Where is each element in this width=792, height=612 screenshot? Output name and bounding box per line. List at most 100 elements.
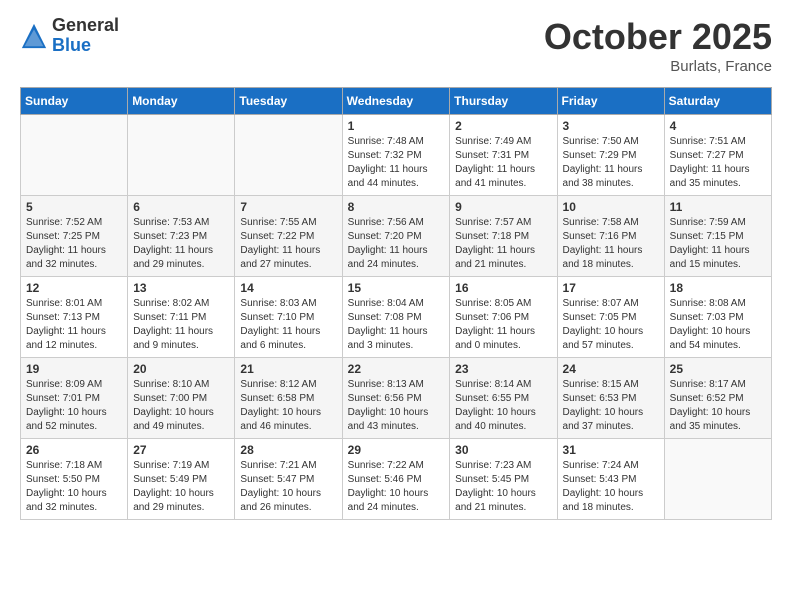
day-info: Sunrise: 7:51 AM Sunset: 7:27 PM Dayligh… <box>670 135 766 191</box>
day-info: Sunrise: 7:58 AM Sunset: 7:16 PM Dayligh… <box>563 216 659 272</box>
calendar-day-cell: 7 Sunrise: 7:55 AM Sunset: 7:22 PM Daylig… <box>235 196 342 277</box>
calendar-day-cell: 13Sunrise: 8:02 AM Sunset: 7:11 PM Dayli… <box>128 277 235 358</box>
day-info: Sunrise: 7:55 AM Sunset: 7:22 PM Dayligh… <box>240 216 336 272</box>
day-info: Sunrise: 8:12 AM Sunset: 6:58 PM Dayligh… <box>240 378 336 434</box>
calendar-day-cell <box>21 115 128 196</box>
day-number: 30 <box>455 443 551 457</box>
calendar-header-row: SundayMondayTuesdayWednesdayThursdayFrid… <box>21 88 772 115</box>
day-number: 12 <box>26 281 122 295</box>
day-number: 29 <box>348 443 445 457</box>
day-info: Sunrise: 8:07 AM Sunset: 7:05 PM Dayligh… <box>563 297 659 353</box>
calendar-week-row: 12 Sunrise: 8:01 AM Sunset: 7:13 PM Dayli… <box>21 277 772 358</box>
calendar-day-cell: 10 Sunrise: 7:58 AM Sunset: 7:16 PM Dayli… <box>557 196 664 277</box>
day-number: 13 <box>133 281 229 295</box>
day-info: Sunrise: 8:15 AM Sunset: 6:53 PM Dayligh… <box>563 378 659 434</box>
calendar-day-cell: 14Sunrise: 8:03 AM Sunset: 7:10 PM Dayli… <box>235 277 342 358</box>
calendar-day-cell: 8Sunrise: 7:56 AM Sunset: 7:20 PM Daylig… <box>342 196 450 277</box>
weekday-header: Tuesday <box>235 88 342 115</box>
page-header: General Blue October 2025 Burlats, Franc… <box>20 16 772 75</box>
day-number: 11 <box>670 200 766 214</box>
calendar-week-row: 26 Sunrise: 7:18 AM Sunset: 5:50 PM Dayli… <box>21 439 772 520</box>
weekday-header: Monday <box>128 88 235 115</box>
day-info: Sunrise: 7:23 AM Sunset: 5:45 PM Dayligh… <box>455 459 551 515</box>
weekday-header: Friday <box>557 88 664 115</box>
day-info: Sunrise: 8:04 AM Sunset: 7:08 PM Dayligh… <box>348 297 445 353</box>
calendar-day-cell: 19 Sunrise: 8:09 AM Sunset: 7:01 PM Dayli… <box>21 358 128 439</box>
calendar-week-row: 5 Sunrise: 7:52 AM Sunset: 7:25 PM Daylig… <box>21 196 772 277</box>
day-number: 4 <box>670 119 766 133</box>
calendar-day-cell: 18Sunrise: 8:08 AM Sunset: 7:03 PM Dayli… <box>664 277 771 358</box>
weekday-header: Thursday <box>450 88 557 115</box>
month-title: October 2025 <box>544 16 772 58</box>
calendar-day-cell: 26 Sunrise: 7:18 AM Sunset: 5:50 PM Dayli… <box>21 439 128 520</box>
day-number: 15 <box>348 281 445 295</box>
day-number: 25 <box>670 362 766 376</box>
weekday-header: Saturday <box>664 88 771 115</box>
day-number: 23 <box>455 362 551 376</box>
day-info: Sunrise: 8:09 AM Sunset: 7:01 PM Dayligh… <box>26 378 122 434</box>
day-info: Sunrise: 7:19 AM Sunset: 5:49 PM Dayligh… <box>133 459 229 515</box>
calendar-day-cell: 25 Sunrise: 8:17 AM Sunset: 6:52 PM Dayli… <box>664 358 771 439</box>
day-number: 9 <box>455 200 551 214</box>
day-info: Sunrise: 7:59 AM Sunset: 7:15 PM Dayligh… <box>670 216 766 272</box>
calendar-day-cell: 2Sunrise: 7:49 AM Sunset: 7:31 PM Daylig… <box>450 115 557 196</box>
day-number: 27 <box>133 443 229 457</box>
day-info: Sunrise: 7:52 AM Sunset: 7:25 PM Dayligh… <box>26 216 122 272</box>
day-info: Sunrise: 7:56 AM Sunset: 7:20 PM Dayligh… <box>348 216 445 272</box>
day-info: Sunrise: 7:21 AM Sunset: 5:47 PM Dayligh… <box>240 459 336 515</box>
calendar-day-cell: 15 Sunrise: 8:04 AM Sunset: 7:08 PM Dayli… <box>342 277 450 358</box>
calendar-day-cell <box>235 115 342 196</box>
calendar-table: SundayMondayTuesdayWednesdayThursdayFrid… <box>20 87 772 520</box>
day-number: 19 <box>26 362 122 376</box>
day-info: Sunrise: 8:17 AM Sunset: 6:52 PM Dayligh… <box>670 378 766 434</box>
day-info: Sunrise: 8:10 AM Sunset: 7:00 PM Dayligh… <box>133 378 229 434</box>
weekday-header: Sunday <box>21 88 128 115</box>
day-number: 24 <box>563 362 659 376</box>
day-info: Sunrise: 7:49 AM Sunset: 7:31 PM Dayligh… <box>455 135 551 191</box>
calendar-day-cell: 12 Sunrise: 8:01 AM Sunset: 7:13 PM Dayli… <box>21 277 128 358</box>
calendar-day-cell: 4 Sunrise: 7:51 AM Sunset: 7:27 PM Daylig… <box>664 115 771 196</box>
day-info: Sunrise: 7:57 AM Sunset: 7:18 PM Dayligh… <box>455 216 551 272</box>
logo-icon <box>20 22 48 50</box>
day-number: 16 <box>455 281 551 295</box>
day-number: 22 <box>348 362 445 376</box>
day-number: 17 <box>563 281 659 295</box>
calendar-day-cell: 9 Sunrise: 7:57 AM Sunset: 7:18 PM Daylig… <box>450 196 557 277</box>
day-number: 20 <box>133 362 229 376</box>
calendar-day-cell: 27 Sunrise: 7:19 AM Sunset: 5:49 PM Dayli… <box>128 439 235 520</box>
calendar-week-row: 1 Sunrise: 7:48 AM Sunset: 7:32 PM Daylig… <box>21 115 772 196</box>
calendar-day-cell: 29 Sunrise: 7:22 AM Sunset: 5:46 PM Dayli… <box>342 439 450 520</box>
calendar-day-cell <box>664 439 771 520</box>
day-info: Sunrise: 7:22 AM Sunset: 5:46 PM Dayligh… <box>348 459 445 515</box>
day-number: 6 <box>133 200 229 214</box>
calendar-day-cell: 28 Sunrise: 7:21 AM Sunset: 5:47 PM Dayli… <box>235 439 342 520</box>
day-info: Sunrise: 8:03 AM Sunset: 7:10 PM Dayligh… <box>240 297 336 353</box>
calendar-day-cell: 3Sunrise: 7:50 AM Sunset: 7:29 PM Daylig… <box>557 115 664 196</box>
day-info: Sunrise: 8:05 AM Sunset: 7:06 PM Dayligh… <box>455 297 551 353</box>
calendar-day-cell: 30 Sunrise: 7:23 AM Sunset: 5:45 PM Dayli… <box>450 439 557 520</box>
day-info: Sunrise: 8:08 AM Sunset: 7:03 PM Dayligh… <box>670 297 766 353</box>
day-number: 28 <box>240 443 336 457</box>
calendar-day-cell: 31Sunrise: 7:24 AM Sunset: 5:43 PM Dayli… <box>557 439 664 520</box>
day-info: Sunrise: 7:53 AM Sunset: 7:23 PM Dayligh… <box>133 216 229 272</box>
day-number: 26 <box>26 443 122 457</box>
logo-blue-text: Blue <box>52 36 119 56</box>
weekday-header: Wednesday <box>342 88 450 115</box>
calendar-day-cell: 22 Sunrise: 8:13 AM Sunset: 6:56 PM Dayli… <box>342 358 450 439</box>
calendar-day-cell: 6 Sunrise: 7:53 AM Sunset: 7:23 PM Daylig… <box>128 196 235 277</box>
calendar-day-cell <box>128 115 235 196</box>
calendar-day-cell: 5 Sunrise: 7:52 AM Sunset: 7:25 PM Daylig… <box>21 196 128 277</box>
calendar-day-cell: 24 Sunrise: 8:15 AM Sunset: 6:53 PM Dayli… <box>557 358 664 439</box>
day-number: 21 <box>240 362 336 376</box>
day-info: Sunrise: 8:13 AM Sunset: 6:56 PM Dayligh… <box>348 378 445 434</box>
day-info: Sunrise: 8:14 AM Sunset: 6:55 PM Dayligh… <box>455 378 551 434</box>
day-number: 10 <box>563 200 659 214</box>
day-info: Sunrise: 7:18 AM Sunset: 5:50 PM Dayligh… <box>26 459 122 515</box>
day-info: Sunrise: 7:24 AM Sunset: 5:43 PM Dayligh… <box>563 459 659 515</box>
day-info: Sunrise: 7:48 AM Sunset: 7:32 PM Dayligh… <box>348 135 445 191</box>
day-number: 7 <box>240 200 336 214</box>
day-info: Sunrise: 8:01 AM Sunset: 7:13 PM Dayligh… <box>26 297 122 353</box>
location: Burlats, France <box>544 58 772 75</box>
day-number: 5 <box>26 200 122 214</box>
day-number: 1 <box>348 119 445 133</box>
